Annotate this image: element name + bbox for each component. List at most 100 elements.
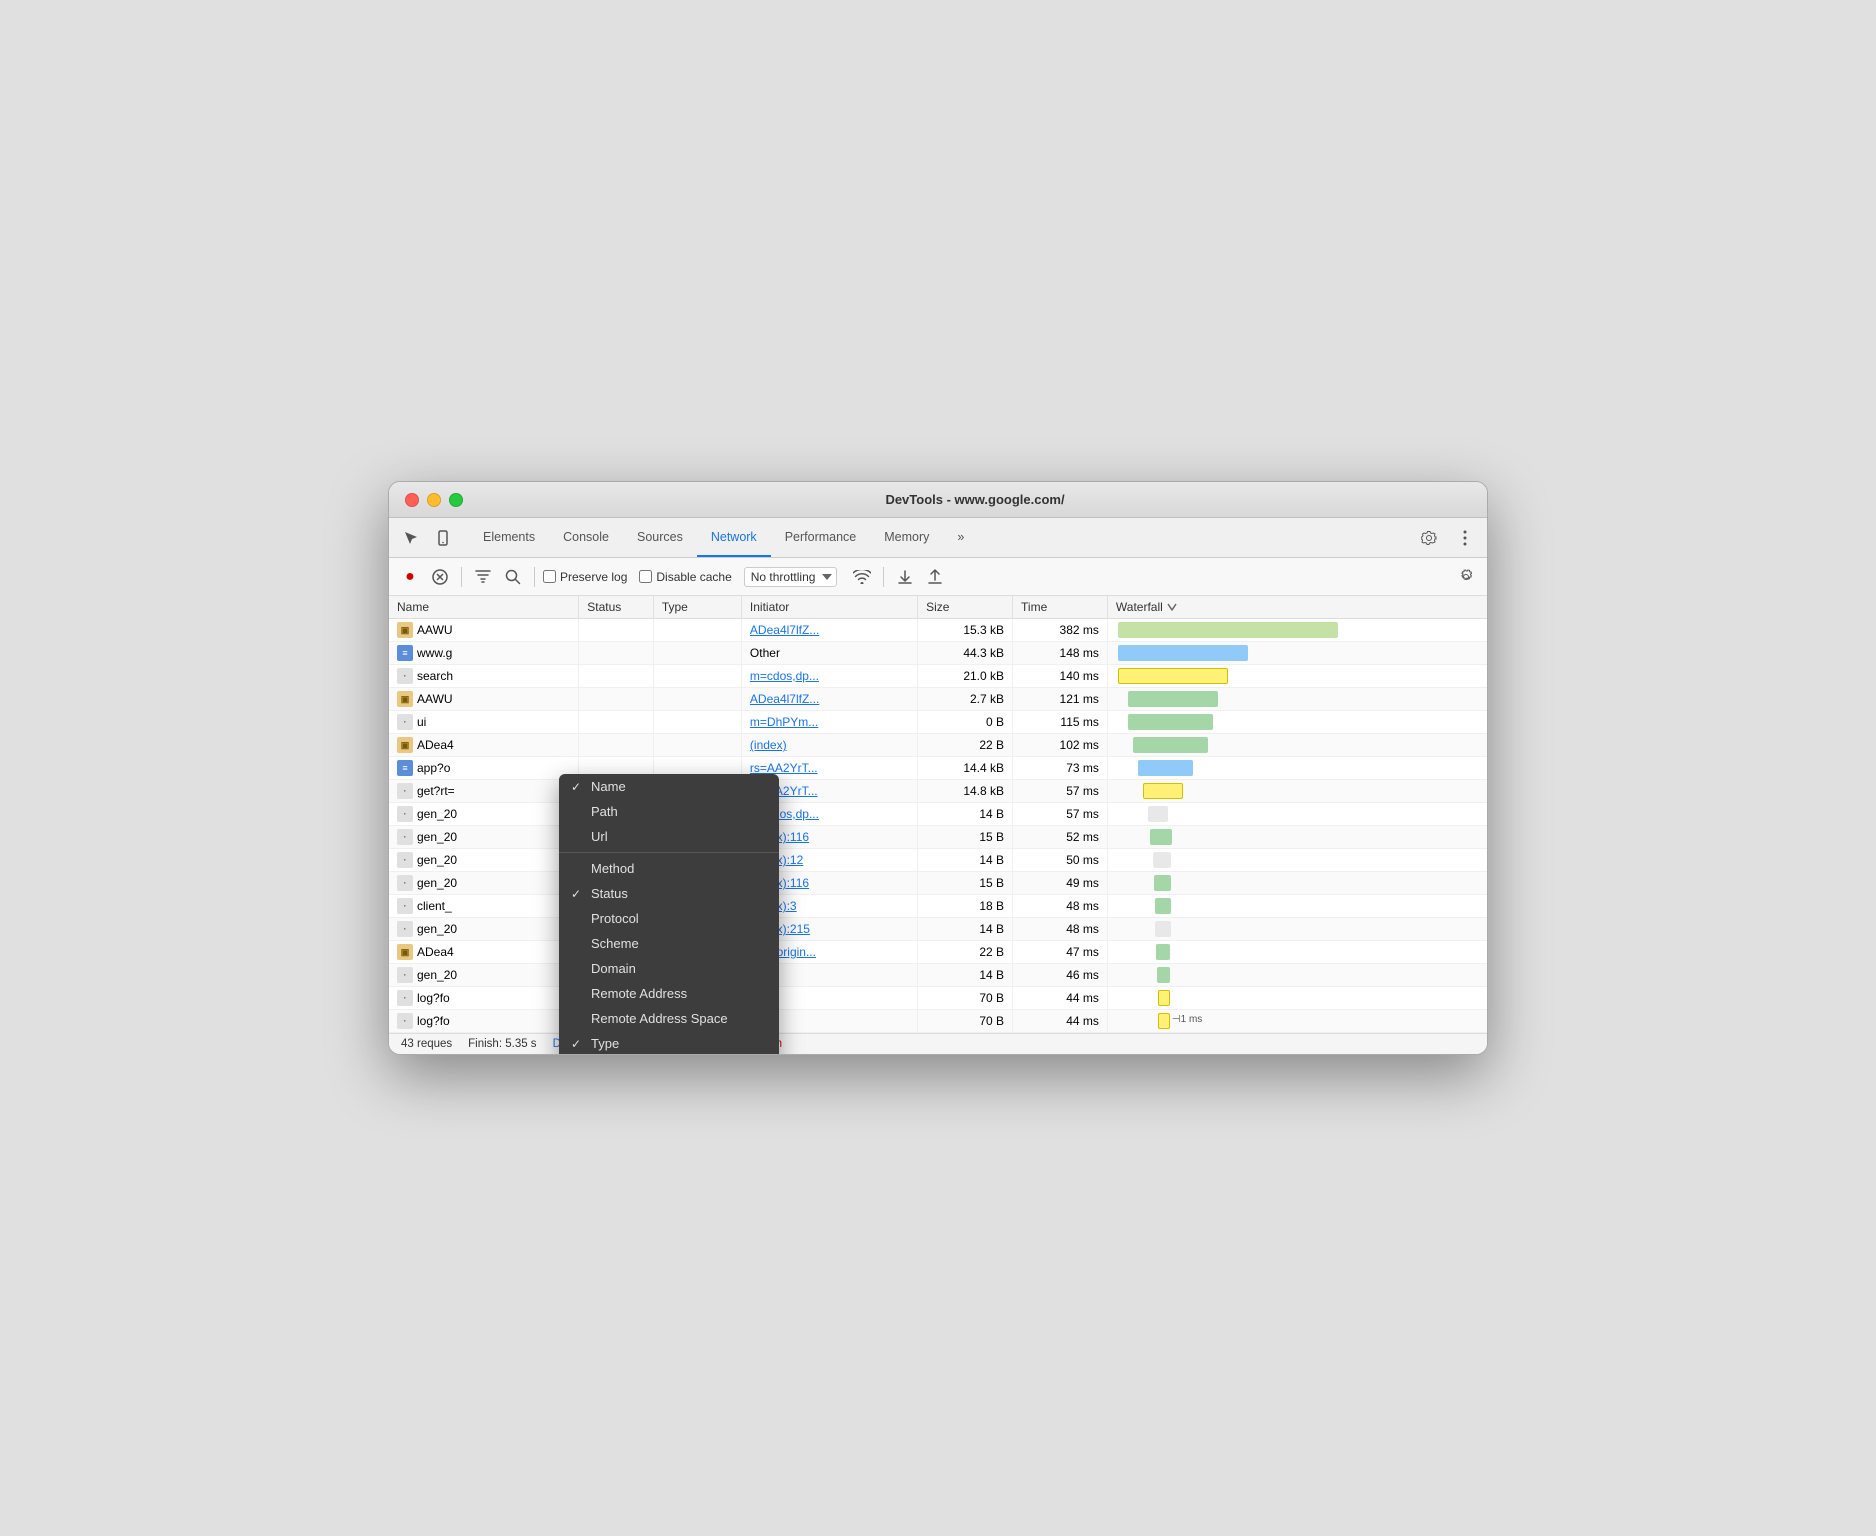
cell-time: 47 ms xyxy=(1013,941,1108,964)
menu-item-type[interactable]: Type xyxy=(559,1031,779,1055)
clear-button[interactable] xyxy=(427,564,453,590)
menu-item-status[interactable]: Status xyxy=(559,881,779,906)
table-row[interactable]: · gen_20 (index):116 15 B 52 ms xyxy=(389,826,1487,849)
table-row[interactable]: · log?fo 70 B 44 ms xyxy=(389,987,1487,1010)
tab-sources[interactable]: Sources xyxy=(623,518,697,557)
cell-waterfall xyxy=(1107,849,1487,872)
table-row[interactable]: ▣ AAWU ADea4l7lfZ... 2.7 kB 121 ms xyxy=(389,688,1487,711)
table-row[interactable]: ▣ ADea4 (index) 22 B 102 ms xyxy=(389,734,1487,757)
cell-waterfall xyxy=(1107,987,1487,1010)
preserve-log-toggle[interactable]: Preserve log xyxy=(543,570,627,584)
tab-bar-left xyxy=(397,524,457,552)
throttle-select[interactable]: No throttling xyxy=(744,567,837,587)
finish-time: Finish: 5.35 s xyxy=(468,1038,536,1050)
minimize-button[interactable] xyxy=(427,493,441,507)
col-header-name[interactable]: Name xyxy=(389,596,579,619)
network-settings-icon[interactable] xyxy=(1453,564,1479,590)
table-row[interactable]: ▣ AAWU ADea4l7lfZ... 15.3 kB 382 ms xyxy=(389,619,1487,642)
menu-item-method[interactable]: Method xyxy=(559,856,779,881)
table-row[interactable]: ≡ app?o rs=AA2YrT... 14.4 kB 73 ms xyxy=(389,757,1487,780)
tab-network[interactable]: Network xyxy=(697,518,771,557)
menu-item-path[interactable]: Path xyxy=(559,799,779,824)
cell-waterfall: ⊣1 ms xyxy=(1107,1010,1487,1033)
tab-more[interactable]: » xyxy=(943,518,978,557)
cursor-icon[interactable] xyxy=(397,524,425,552)
traffic-lights xyxy=(405,493,463,507)
menu-item-remote-address-space[interactable]: Remote Address Space xyxy=(559,1006,779,1031)
col-header-time[interactable]: Time xyxy=(1013,596,1108,619)
cell-type xyxy=(653,619,741,642)
table-row[interactable]: ≡ www.g Other 44.3 kB 148 ms xyxy=(389,642,1487,665)
disable-cache-checkbox[interactable] xyxy=(639,570,652,583)
col-header-waterfall[interactable]: Waterfall xyxy=(1107,596,1487,619)
menu-item-protocol[interactable]: Protocol xyxy=(559,906,779,931)
cell-type xyxy=(653,688,741,711)
export-icon[interactable] xyxy=(922,564,948,590)
search-icon[interactable] xyxy=(500,564,526,590)
cell-status xyxy=(579,642,654,665)
context-menu[interactable]: Name Path Url Method Status Protocol Sch… xyxy=(559,774,779,1055)
cell-waterfall xyxy=(1107,941,1487,964)
status-bar: 43 reques Finish: 5.35 s DOMContentLoade… xyxy=(389,1033,1487,1054)
settings-icon[interactable] xyxy=(1415,524,1443,552)
table-row[interactable]: · ui m=DhPYm... 0 B 115 ms xyxy=(389,711,1487,734)
mobile-icon[interactable] xyxy=(429,524,457,552)
tab-elements[interactable]: Elements xyxy=(469,518,549,557)
col-header-status[interactable]: Status xyxy=(579,596,654,619)
cell-time: 50 ms xyxy=(1013,849,1108,872)
table-row[interactable]: · gen_20 (index):116 15 B 49 ms xyxy=(389,872,1487,895)
cell-name: · gen_20 xyxy=(389,826,579,849)
network-table-container[interactable]: Name Status Type Initiator Size Time Wat… xyxy=(389,596,1487,1033)
cell-waterfall xyxy=(1107,688,1487,711)
tab-performance[interactable]: Performance xyxy=(771,518,871,557)
table-row[interactable]: · gen_20 m=cdos,dp... 14 B 57 ms xyxy=(389,803,1487,826)
col-header-initiator[interactable]: Initiator xyxy=(741,596,917,619)
cell-name: ▣ ADea4 xyxy=(389,734,579,757)
disable-cache-toggle[interactable]: Disable cache xyxy=(639,570,731,584)
tab-bar-right xyxy=(1415,524,1479,552)
cell-time: 49 ms xyxy=(1013,872,1108,895)
menu-item-name[interactable]: Name xyxy=(559,774,779,799)
close-button[interactable] xyxy=(405,493,419,507)
table-row[interactable]: · gen_20 (index):215 14 B 48 ms xyxy=(389,918,1487,941)
titlebar: DevTools - www.google.com/ xyxy=(389,482,1487,518)
cell-waterfall xyxy=(1107,872,1487,895)
cell-size: 70 B xyxy=(918,1010,1013,1033)
table-row[interactable]: · log?fo 70 B 44 ms ⊣1 ms xyxy=(389,1010,1487,1033)
menu-item-remote-address[interactable]: Remote Address xyxy=(559,981,779,1006)
menu-item-url[interactable]: Url xyxy=(559,824,779,849)
cell-type xyxy=(653,642,741,665)
cell-type xyxy=(653,734,741,757)
table-row[interactable]: · get?rt= rs=AA2YrT... 14.8 kB 57 ms xyxy=(389,780,1487,803)
wifi-icon[interactable] xyxy=(849,564,875,590)
preserve-log-checkbox[interactable] xyxy=(543,570,556,583)
cell-initiator: m=DhPYm... xyxy=(741,711,917,734)
tab-console[interactable]: Console xyxy=(549,518,623,557)
cell-size: 22 B xyxy=(918,941,1013,964)
col-header-type[interactable]: Type xyxy=(653,596,741,619)
table-row[interactable]: ▣ ADea4 app?origin... 22 B 47 ms xyxy=(389,941,1487,964)
maximize-button[interactable] xyxy=(449,493,463,507)
cell-name: · gen_20 xyxy=(389,849,579,872)
menu-item-scheme[interactable]: Scheme xyxy=(559,931,779,956)
record-button[interactable]: ● xyxy=(397,564,423,590)
network-table: Name Status Type Initiator Size Time Wat… xyxy=(389,596,1487,1033)
cell-time: 48 ms xyxy=(1013,895,1108,918)
col-header-size[interactable]: Size xyxy=(918,596,1013,619)
table-row[interactable]: · gen_20 14 B 46 ms xyxy=(389,964,1487,987)
import-icon[interactable] xyxy=(892,564,918,590)
table-row[interactable]: · search m=cdos,dp... 21.0 kB 140 ms xyxy=(389,665,1487,688)
table-row[interactable]: · gen_20 (index):12 14 B 50 ms xyxy=(389,849,1487,872)
more-options-icon[interactable] xyxy=(1451,524,1479,552)
cell-waterfall xyxy=(1107,619,1487,642)
cell-status xyxy=(579,688,654,711)
tab-memory[interactable]: Memory xyxy=(870,518,943,557)
cell-size: 18 B xyxy=(918,895,1013,918)
menu-item-domain[interactable]: Domain xyxy=(559,956,779,981)
cell-waterfall xyxy=(1107,665,1487,688)
table-row[interactable]: · client_ (index):3 18 B 48 ms xyxy=(389,895,1487,918)
filter-icon[interactable] xyxy=(470,564,496,590)
cell-time: 115 ms xyxy=(1013,711,1108,734)
cell-size: 14 B xyxy=(918,918,1013,941)
cell-name: · log?fo xyxy=(389,987,579,1010)
